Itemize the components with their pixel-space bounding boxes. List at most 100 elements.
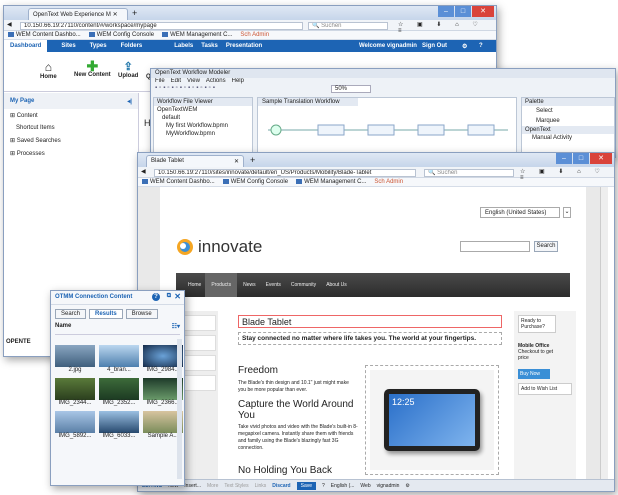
url-field[interactable]: 10.150.66.19:27110/sites/innovate/defaul… bbox=[154, 169, 416, 177]
bookmark[interactable]: WEM Management C... bbox=[162, 32, 232, 38]
nav-tasks[interactable]: Tasks bbox=[201, 43, 218, 49]
product-image[interactable]: 12:25 bbox=[365, 365, 499, 475]
help-icon[interactable]: ? bbox=[322, 483, 325, 489]
maximize-icon[interactable]: □ bbox=[573, 153, 589, 164]
close-window-icon[interactable]: ✕ bbox=[590, 153, 612, 164]
help-icon[interactable]: ? bbox=[479, 43, 483, 49]
search-field[interactable]: 🔍 Suchen bbox=[424, 169, 514, 177]
toolbar-icons[interactable]: ☆ ▣ ⬇ ⌂ ♡ ≡ bbox=[520, 168, 614, 181]
site-nav-products[interactable]: Products bbox=[205, 273, 238, 297]
close-icon[interactable]: ✕ bbox=[234, 158, 239, 165]
canvas-panel[interactable]: Sample Translation Workflow bbox=[257, 97, 517, 157]
result-item[interactable]: 4_bran... bbox=[99, 345, 139, 373]
site-nav-community[interactable]: Community bbox=[291, 282, 316, 288]
buy-now-button[interactable]: Buy Now bbox=[518, 369, 550, 379]
popout-icon[interactable]: ⧉ bbox=[167, 293, 171, 300]
minimize-icon[interactable]: – bbox=[556, 153, 572, 164]
browser-tab[interactable]: Blade Tablet ✕ bbox=[146, 155, 244, 167]
canvas-tab[interactable]: Sample Translation Workflow bbox=[258, 98, 358, 106]
save-button[interactable]: Save bbox=[296, 482, 317, 490]
bookmark[interactable]: Sch Admin bbox=[240, 32, 269, 38]
tree-item[interactable]: default bbox=[154, 114, 252, 122]
wish-list-button[interactable]: Add to Wish List bbox=[518, 383, 572, 395]
toolbar-icons[interactable]: ☆ ▣ ⬇ ⌂ ♡ ≡ bbox=[398, 21, 496, 34]
back-icon[interactable]: ◀ bbox=[7, 21, 12, 28]
site-nav-news[interactable]: News bbox=[243, 282, 256, 288]
tree-item[interactable]: Shortcut Items bbox=[4, 122, 138, 134]
bookmark[interactable]: WEM Config Console bbox=[223, 179, 288, 185]
url-field[interactable]: 10.150.66.19:27110/content/#/workspace/m… bbox=[20, 22, 303, 30]
maximize-icon[interactable]: □ bbox=[455, 6, 471, 17]
tab-results[interactable]: Results bbox=[89, 309, 123, 319]
user-menu[interactable]: vignadmin bbox=[377, 483, 400, 489]
web-menu[interactable]: Web bbox=[360, 483, 370, 489]
tree-item[interactable]: ⊞ Saved Searches bbox=[4, 134, 138, 147]
bookmark[interactable]: WEM Content Dashbo... bbox=[142, 179, 215, 185]
close-window-icon[interactable]: ✕ bbox=[472, 6, 494, 17]
upload-tool[interactable]: ⇪ Upload bbox=[118, 60, 138, 79]
tab-browse[interactable]: Browse bbox=[125, 309, 158, 319]
bookmark[interactable]: WEM Content Dashbo... bbox=[8, 32, 81, 38]
bookmark[interactable]: Sch Admin bbox=[374, 179, 403, 185]
toolbar-icons[interactable]: ▪▫▪▫▪▫▪▫▪▫▪▫▪▫▪ bbox=[155, 85, 217, 91]
result-item[interactable]: IMG_2352... bbox=[99, 378, 139, 406]
nav-types[interactable]: Types bbox=[90, 43, 107, 49]
site-nav-home[interactable]: Home bbox=[188, 282, 201, 288]
minimize-icon[interactable]: – bbox=[438, 6, 454, 17]
tree-item[interactable]: ⊞ Processes bbox=[4, 147, 138, 160]
gear-icon[interactable]: ⚙ bbox=[462, 43, 467, 50]
menu-item[interactable]: Actions bbox=[206, 78, 226, 85]
result-item[interactable]: 2.jpg bbox=[55, 345, 95, 373]
menu-item[interactable]: Edit bbox=[171, 78, 181, 85]
browser-tab[interactable]: OpenText Web Experience M ✕ bbox=[28, 8, 128, 20]
site-logo[interactable]: innovate bbox=[176, 237, 262, 257]
result-item[interactable]: IMG_2344... bbox=[55, 378, 95, 406]
result-item[interactable]: IMG_6033... bbox=[99, 411, 139, 439]
menu-item[interactable]: View bbox=[187, 78, 200, 85]
palette-marquee[interactable]: Marquee bbox=[522, 116, 614, 126]
sign-out-link[interactable]: Sign Out bbox=[422, 43, 447, 49]
help-icon[interactable]: ? bbox=[152, 293, 160, 301]
new-tab-icon[interactable]: + bbox=[132, 8, 137, 18]
nav-labels[interactable]: Labels bbox=[174, 43, 193, 49]
name-column-header[interactable]: Name bbox=[55, 323, 71, 329]
palette-group[interactable]: OpenText bbox=[522, 126, 614, 134]
site-search-input[interactable] bbox=[460, 241, 530, 252]
zoom-select[interactable]: 50% bbox=[331, 85, 371, 93]
view-toggle-icon[interactable]: ☷▾ bbox=[172, 323, 180, 330]
gear-icon[interactable]: ⚙ bbox=[405, 483, 409, 489]
close-icon[interactable]: ✕ bbox=[174, 292, 181, 301]
back-icon[interactable]: ◀ bbox=[141, 168, 146, 175]
tree-item[interactable]: My first Workflow.bpmn bbox=[154, 122, 252, 130]
collapse-icon[interactable]: ◂| bbox=[127, 98, 132, 105]
result-item[interactable]: IMG_5892... bbox=[55, 411, 95, 439]
tree-item[interactable]: OpenTextWEM bbox=[154, 106, 252, 114]
product-lead[interactable]: Stay connected no matter where life take… bbox=[238, 332, 502, 345]
language-chevron-icon[interactable]: ⌄ bbox=[563, 207, 571, 218]
new-tab-icon[interactable]: + bbox=[250, 155, 255, 165]
new-content-tool[interactable]: ✚ New Content bbox=[74, 59, 111, 78]
language-menu[interactable]: English (... bbox=[331, 483, 355, 489]
palette-manual-activity[interactable]: Manual Activity bbox=[522, 134, 614, 142]
discard-button[interactable]: Discard bbox=[272, 483, 290, 489]
insert-button[interactable]: Insert... bbox=[184, 483, 201, 489]
close-icon[interactable]: ✕ bbox=[111, 12, 118, 18]
menu-item[interactable]: File bbox=[155, 78, 165, 85]
tab-search[interactable]: Search bbox=[55, 309, 87, 319]
nav-folders[interactable]: Folders bbox=[121, 43, 143, 49]
text-styles-menu[interactable]: Text Styles bbox=[224, 483, 248, 489]
home-tool[interactable]: ⌂ Home bbox=[40, 60, 57, 80]
site-nav-events[interactable]: Events bbox=[266, 282, 281, 288]
nav-dashboard[interactable]: Dashboard bbox=[4, 40, 48, 52]
links-menu[interactable]: Links bbox=[255, 483, 267, 489]
menu-item[interactable]: Help bbox=[232, 78, 244, 85]
nav-presentation[interactable]: Presentation bbox=[226, 43, 262, 49]
more-menu[interactable]: More bbox=[207, 483, 218, 489]
nav-sites[interactable]: Sites bbox=[61, 43, 75, 49]
tree-item[interactable]: ⊞ Content bbox=[4, 109, 138, 122]
site-search-button[interactable]: Search bbox=[534, 241, 558, 252]
product-title[interactable]: Blade Tablet bbox=[238, 315, 502, 328]
language-select[interactable]: English (United States) bbox=[480, 207, 560, 218]
bookmark[interactable]: WEM Management C... bbox=[296, 179, 366, 185]
tree-item[interactable]: MyWorkflow.bpmn bbox=[154, 130, 252, 138]
